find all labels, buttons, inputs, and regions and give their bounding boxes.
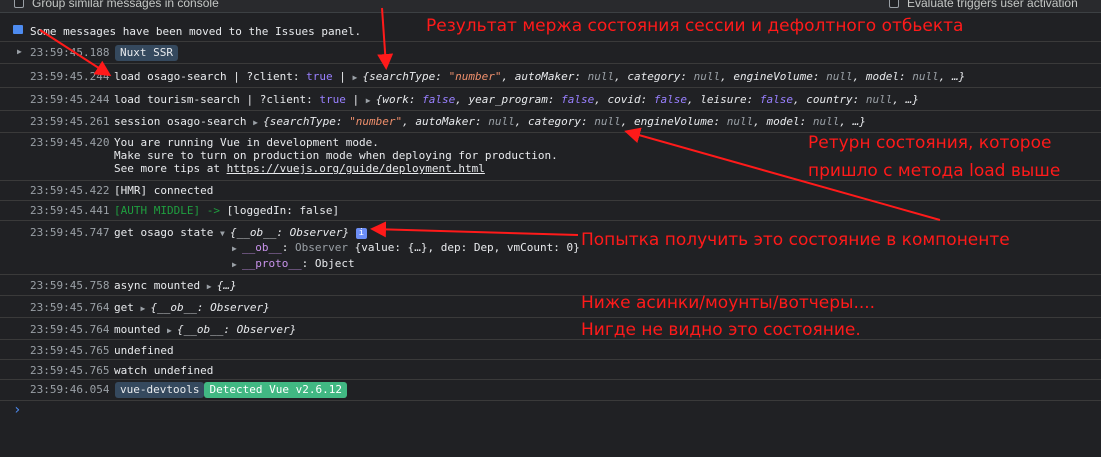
console-message-row: 23:59:46.054 vue-devtools Detected Vue v2…: [0, 380, 1101, 401]
object-preview[interactable]: {work: false, year_program: false, covid…: [376, 93, 919, 106]
issues-notice-text: Some messages have been moved to the Iss…: [30, 25, 362, 38]
expand-triangle-icon[interactable]: ▶: [141, 304, 151, 313]
log-message: get osago state ▼ {__ob__: Observer} i: [114, 226, 367, 239]
timestamp: 23:59:45.420: [30, 136, 110, 149]
log-message: load tourism-search | ?client: true | ▶{…: [114, 93, 919, 106]
vue-devtools-badge: vue-devtools: [115, 382, 205, 398]
timestamp: 23:59:45.758: [30, 279, 110, 292]
log-message: mounted ▶ {__ob__: Observer}: [114, 323, 297, 336]
expand-triangle-icon[interactable]: ▶: [167, 326, 177, 335]
annotation-not-visible: Ниже асинки/моунты/вотчеры.... Нигде не в…: [581, 293, 876, 340]
console-message-row: 23:59:45.758 async mounted ▶ {…}: [0, 275, 1101, 296]
expand-triangle-icon[interactable]: ▶: [232, 260, 242, 269]
vue-dev-mode-message: You are running Vue in development mode.…: [114, 136, 558, 175]
timestamp: 23:59:45.441: [30, 204, 110, 217]
log-message: async mounted ▶ {…}: [114, 279, 237, 292]
timestamp: 23:59:45.765: [30, 364, 110, 377]
timestamp: 23:59:45.747: [30, 226, 110, 239]
prompt-chevron-icon: ›: [13, 402, 22, 418]
info-icon[interactable]: i: [355, 227, 367, 239]
timestamp: 23:59:45.261: [30, 115, 110, 128]
annotation-merge-result: Результат мержа состояния сессии и дефол…: [426, 16, 964, 36]
console-message-row: 23:59:45.765 undefined: [0, 340, 1101, 360]
object-preview[interactable]: {searchType: "number", autoMaker: null, …: [263, 115, 866, 128]
issues-icon[interactable]: [13, 25, 23, 34]
timestamp: 23:59:45.244: [30, 70, 110, 83]
collapse-triangle-icon[interactable]: ▼: [220, 229, 230, 238]
timestamp: 23:59:45.764: [30, 323, 110, 336]
annotation-return-state: Ретурн состояния, которое пришло с метода…: [808, 133, 1061, 181]
object-preview[interactable]: {__ob__: Observer}: [230, 226, 349, 239]
auth-middle-tag: [AUTH MIDDLE] ->: [114, 204, 220, 217]
object-property-ob[interactable]: ▶ __ob__: Observer {value: {…}, dep: Dep,…: [232, 241, 580, 254]
vue-devtools-badges: vue-devtools Detected Vue v2.6.12: [115, 382, 347, 398]
console-group-row[interactable]: ▶ 23:59:45.188 Nuxt SSR: [0, 42, 1101, 64]
timestamp: 23:59:45.764: [30, 301, 110, 314]
expand-triangle-icon[interactable]: ▶: [253, 118, 263, 127]
annotation-component-attempt: Попытка получить это состояние в компоне…: [581, 230, 1010, 250]
timestamp: 23:59:45.765: [30, 344, 110, 357]
console-prompt[interactable]: ›: [0, 401, 1101, 457]
timestamp: 23:59:46.054: [30, 383, 110, 396]
log-message: undefined: [114, 344, 174, 357]
log-message: [HMR] connected: [114, 184, 214, 197]
log-message: get ▶ {__ob__: Observer}: [114, 301, 270, 314]
group-similar-checkbox[interactable]: [14, 0, 24, 8]
log-message: [AUTH MIDDLE] -> [loggedIn: false]: [114, 204, 340, 217]
console-settings-bar: Group similar messages in console Evalua…: [0, 0, 1101, 13]
expand-triangle-icon[interactable]: ▶: [352, 73, 362, 82]
group-similar-label: Group similar messages in console: [32, 0, 219, 10]
group-similar-option[interactable]: Group similar messages in console: [14, 0, 219, 10]
console-message-row: 23:59:45.244 load tourism-search | ?clie…: [0, 88, 1101, 111]
expand-triangle-icon[interactable]: ▶: [232, 244, 242, 253]
console-message-row: 23:59:45.441 [AUTH MIDDLE] -> [loggedIn:…: [0, 201, 1101, 221]
console-message-row: 23:59:45.764 get ▶ {__ob__: Observer}: [0, 296, 1101, 318]
log-message: load osago-search | ?client: true | ▶ {se…: [114, 70, 966, 83]
timestamp: 23:59:45.188: [30, 46, 110, 59]
log-message: session osago-search ▶ {searchType: "numb…: [114, 115, 866, 128]
expand-triangle-icon[interactable]: ▶: [207, 282, 217, 291]
timestamp: 23:59:45.244: [30, 93, 110, 106]
log-message: watch undefined: [114, 364, 214, 377]
detected-vue-badge: Detected Vue v2.6.12: [204, 382, 347, 398]
object-preview[interactable]: {…}: [217, 279, 237, 292]
console-message-row: 23:59:45.765 watch undefined: [0, 360, 1101, 380]
expand-triangle-icon[interactable]: ▶: [366, 96, 376, 105]
console-message-row: 23:59:45.244 load osago-search | ?client…: [0, 64, 1101, 88]
console-message-row: 23:59:45.764 mounted ▶ {__ob__: Observer}: [0, 318, 1101, 340]
object-preview[interactable]: {searchType: "number", autoMaker: null, …: [362, 70, 965, 83]
object-property-proto[interactable]: ▶ __proto__: Object: [232, 257, 355, 270]
object-preview[interactable]: {__ob__: Observer}: [151, 301, 270, 314]
object-preview[interactable]: {__ob__: Observer}: [177, 323, 296, 336]
nuxt-ssr-badge: Nuxt SSR: [115, 45, 178, 61]
evaluate-triggers-label: Evaluate triggers user activation: [907, 0, 1078, 10]
expand-triangle-icon[interactable]: ▶: [17, 47, 27, 56]
deployment-guide-link[interactable]: https://vuejs.org/guide/deployment.html: [227, 162, 485, 175]
evaluate-triggers-checkbox[interactable]: [889, 0, 899, 8]
timestamp: 23:59:45.422: [30, 184, 110, 197]
evaluate-triggers-option[interactable]: Evaluate triggers user activation: [889, 0, 1078, 10]
